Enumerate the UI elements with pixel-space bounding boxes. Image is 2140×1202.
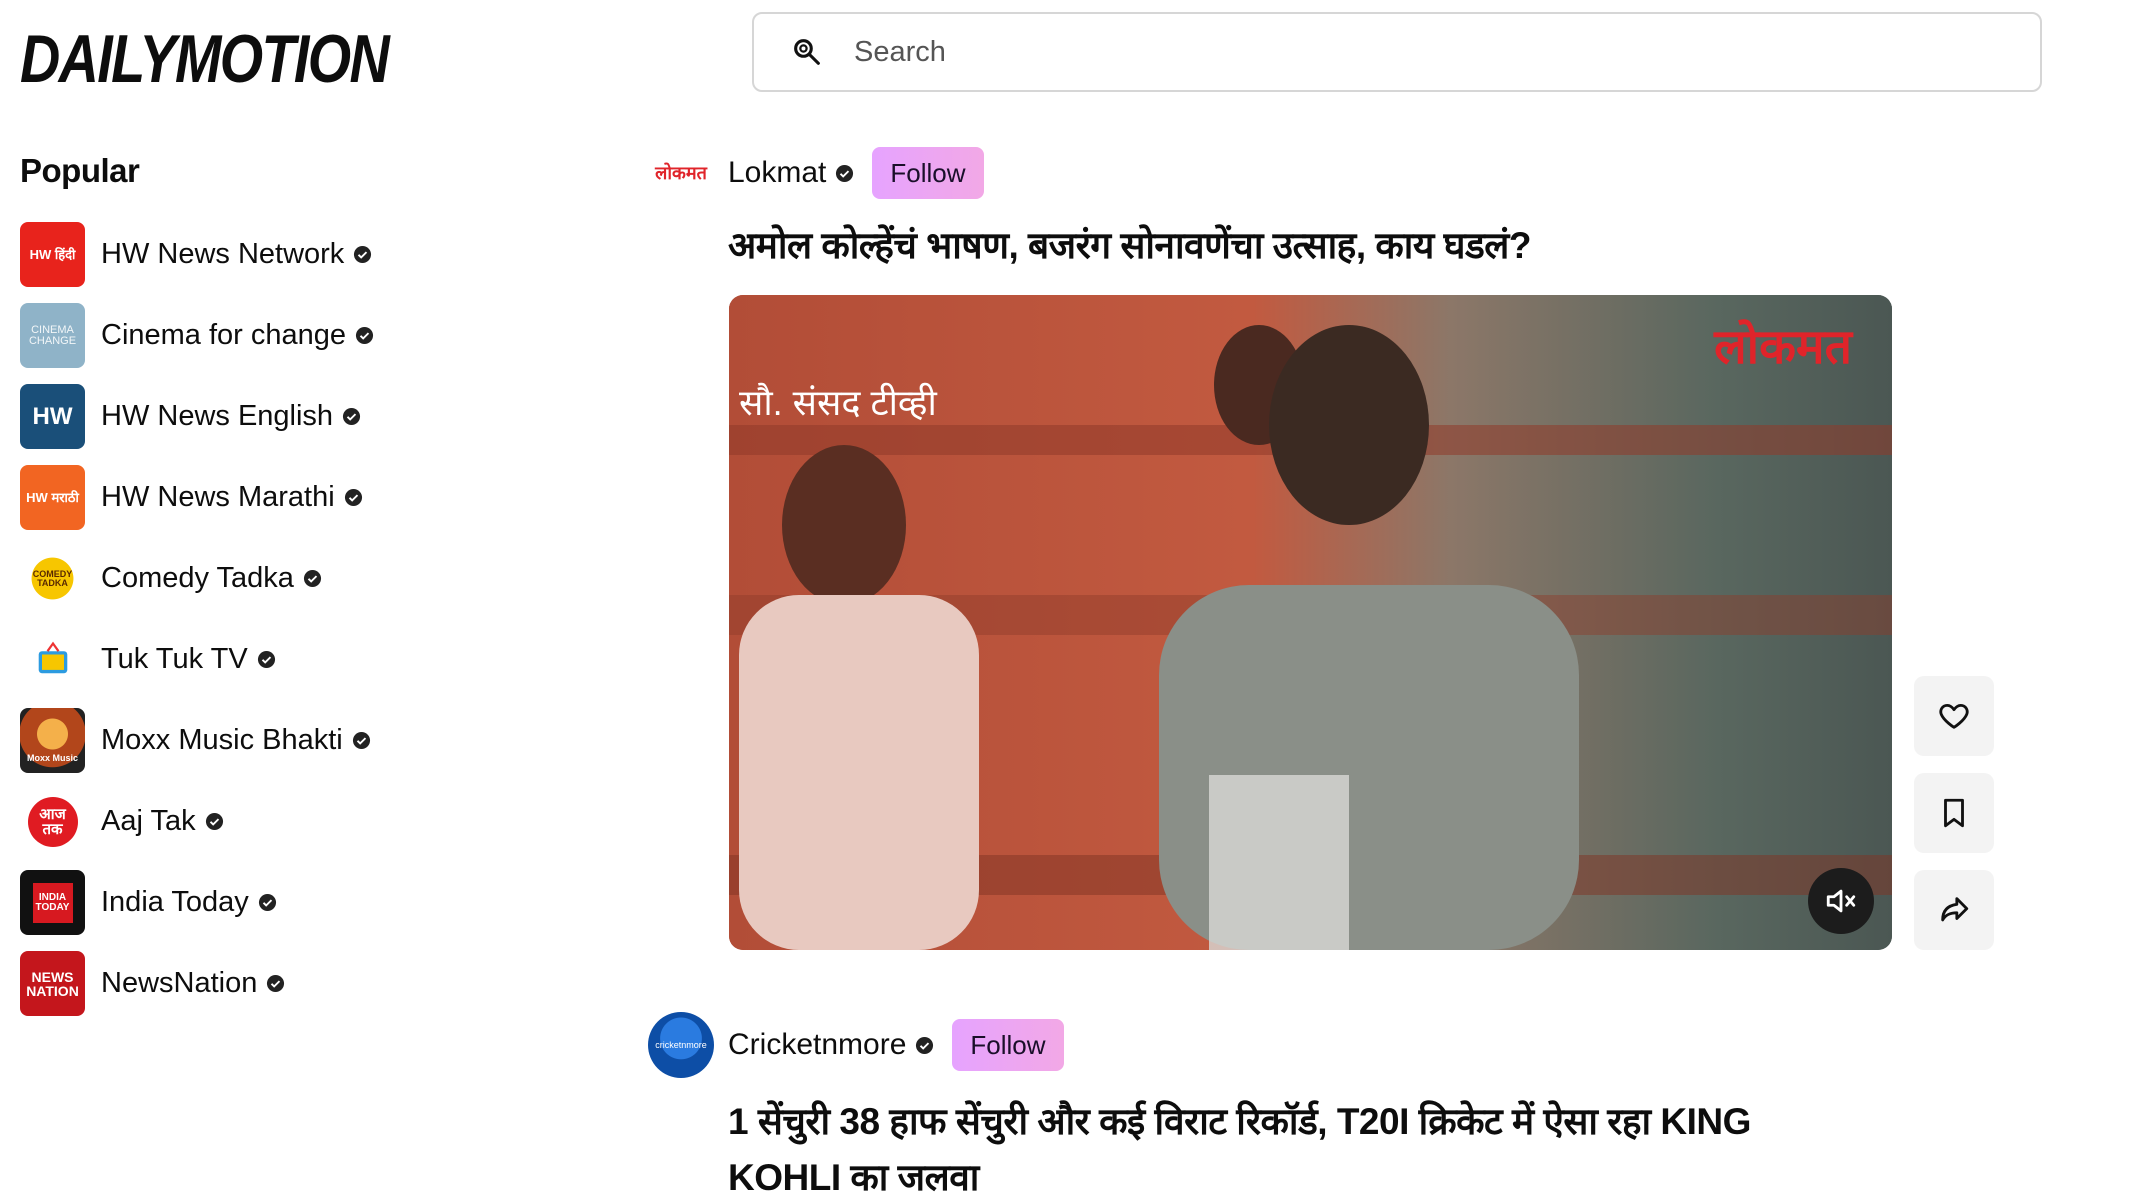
channel-logo[interactable]: लोकमत [648, 140, 714, 206]
avatar-text: INDIA TODAY [32, 882, 73, 923]
feed-post: लोकमत Lokmat Follow अमोल कोल्हेंचं भाषण,… [648, 140, 1848, 274]
verified-badge-icon [344, 488, 362, 507]
verified-badge-icon [343, 407, 361, 426]
video-title[interactable]: अमोल कोल्हेंचं भाषण, बजरंग सोनावणेंचा उत… [728, 218, 1848, 274]
sidebar-item-label: Cinema for change [101, 319, 347, 351]
channel-avatar: आज तक [20, 789, 85, 854]
sidebar-item-label: HW News Network [101, 238, 345, 270]
channel-logo-text: cricketnmore [655, 1040, 707, 1050]
avatar-text: COMEDY TADKA [32, 568, 73, 588]
video-player[interactable]: सौ. संसद टीव्ही लोकमत [729, 295, 1892, 950]
sidebar-item-moxx-music-bhakti[interactable]: Moxx Music Moxx Music Bhakti [20, 700, 374, 781]
verified-badge-icon [354, 245, 372, 264]
avatar-text: आज तक [27, 796, 78, 847]
video-title[interactable]: 1 सेंचुरी 38 हाफ सेंचुरी और कई विराट रिक… [728, 1094, 1848, 1202]
mute-button[interactable] [1808, 868, 1874, 934]
sidebar-item-aaj-tak[interactable]: आज तक Aaj Tak [20, 781, 374, 862]
tv-logo-icon [38, 641, 67, 673]
sidebar-item-newsnation[interactable]: NEWS NATION NewsNation [20, 943, 374, 1024]
share-icon [1941, 897, 1969, 922]
sidebar-item-label: Aaj Tak [101, 805, 196, 837]
sidebar-item-comedy-tadka[interactable]: COMEDY TADKA Comedy Tadka [20, 538, 374, 619]
page: DAILYMOTION Popular HW हिंदी HW News Net… [0, 0, 2140, 1202]
sidebar-item-label: Moxx Music Bhakti [101, 724, 343, 756]
channel-avatar: CINEMA CHANGE [20, 303, 85, 368]
follow-button[interactable]: Follow [872, 147, 984, 199]
verified-badge-icon [355, 326, 374, 345]
sidebar-item-hw-news-marathi[interactable]: HW मराठी HW News Marathi [20, 457, 374, 538]
channel-avatar: Moxx Music [20, 708, 85, 773]
feed-post: cricketnmore Cricketnmore Follow 1 सेंचु… [648, 1012, 1848, 1202]
channel-avatar: HW [20, 384, 85, 449]
video-overlay-caption: सौ. संसद टीव्ही [739, 382, 937, 423]
channel-name[interactable]: Cricketnmore [728, 1028, 906, 1062]
sidebar-item-label: HW News English [101, 400, 334, 432]
video-watermark: लोकमत [1714, 319, 1852, 375]
channel-avatar: HW हिंदी [20, 222, 85, 287]
sidebar-item-label: NewsNation [101, 967, 258, 999]
verified-badge-icon [352, 731, 370, 750]
popular-channel-list: HW हिंदी HW News Network CINEMA CHANGE C… [20, 214, 374, 1024]
dailymotion-logo[interactable]: DAILYMOTION [20, 20, 390, 98]
sidebar-item-label: Tuk Tuk TV [101, 643, 248, 675]
sidebar-item-label: Comedy Tadka [101, 562, 294, 594]
channel-name[interactable]: Lokmat [728, 156, 826, 190]
verified-badge-icon [267, 974, 285, 993]
post-header: लोकमत Lokmat Follow [648, 140, 1848, 206]
avatar-text: NEWS NATION [26, 968, 79, 999]
post-header: cricketnmore Cricketnmore Follow [648, 1012, 1848, 1078]
avatar-text: CINEMA CHANGE [28, 323, 77, 347]
sidebar-item-india-today[interactable]: INDIA TODAY India Today [20, 862, 374, 943]
follow-button[interactable]: Follow [952, 1019, 1064, 1071]
avatar-text: HW मराठी [26, 490, 79, 505]
sidebar-item-hw-news-english[interactable]: HW HW News English [20, 376, 374, 457]
avatar-text: Moxx Music [26, 753, 78, 763]
muted-speaker-icon [1826, 889, 1856, 913]
verified-badge-icon [205, 812, 223, 831]
channel-avatar [20, 627, 85, 692]
sidebar-item-tuk-tuk-tv[interactable]: Tuk Tuk TV [20, 619, 374, 700]
search-icon [794, 39, 820, 65]
sidebar-item-label: HW News Marathi [101, 481, 335, 513]
save-button[interactable] [1914, 773, 1994, 853]
video-actions [1914, 676, 1994, 967]
verified-badge-icon [836, 164, 854, 182]
sidebar-title: Popular [20, 152, 140, 189]
channel-logo-text: लोकमत [655, 163, 707, 183]
share-button[interactable] [1914, 870, 1994, 950]
sidebar-item-label: India Today [101, 886, 249, 918]
search-bar[interactable] [752, 12, 2042, 92]
sidebar-item-hw-news-network[interactable]: HW हिंदी HW News Network [20, 214, 374, 295]
bookmark-icon [1944, 798, 1964, 828]
channel-avatar: INDIA TODAY [20, 870, 85, 935]
channel-logo[interactable]: cricketnmore [648, 1012, 714, 1078]
verified-badge-icon [916, 1036, 934, 1054]
verified-badge-icon [257, 650, 275, 669]
search-input[interactable] [854, 22, 1954, 82]
channel-avatar: NEWS NATION [20, 951, 85, 1016]
verified-badge-icon [303, 569, 321, 588]
avatar-text: HW हिंदी [29, 247, 76, 262]
like-button[interactable] [1914, 676, 1994, 756]
sidebar-item-cinema-for-change[interactable]: CINEMA CHANGE Cinema for change [20, 295, 374, 376]
channel-avatar: HW मराठी [20, 465, 85, 530]
verified-badge-icon [258, 893, 276, 912]
avatar-text: HW [32, 402, 73, 430]
channel-avatar: COMEDY TADKA [20, 546, 85, 611]
heart-icon [1939, 703, 1969, 729]
